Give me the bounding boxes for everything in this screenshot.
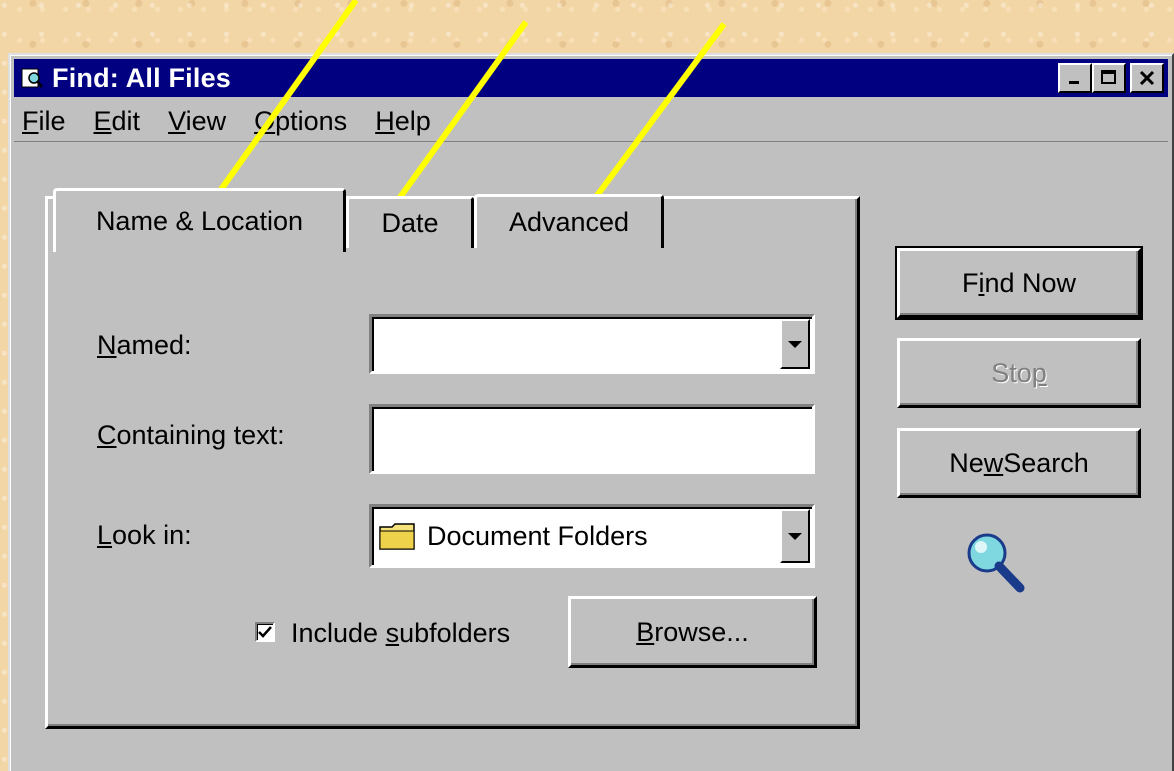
tab-advanced[interactable]: Advanced [474, 194, 664, 248]
tab-name-location-label: Name & Location [95, 206, 304, 236]
tab-name-location[interactable]: Name & Location [53, 188, 346, 252]
tab-advanced-label: Advanced [508, 207, 630, 237]
annotation-arrows [198, 0, 727, 237]
tab-date[interactable]: Date [346, 196, 474, 248]
tab-date-label: Date [381, 208, 439, 238]
